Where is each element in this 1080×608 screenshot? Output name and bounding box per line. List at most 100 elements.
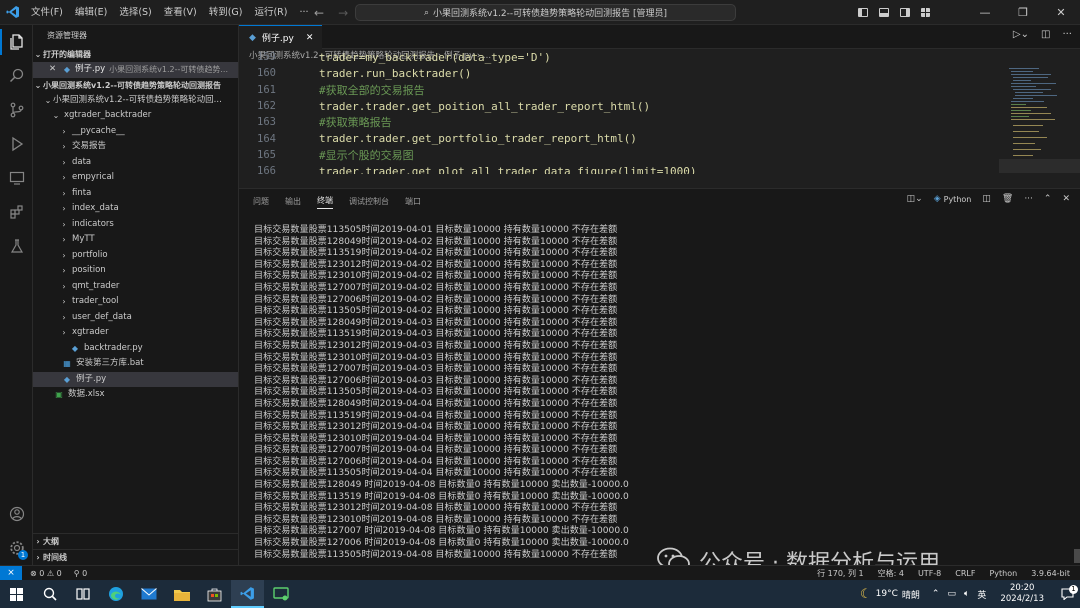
trash-icon[interactable]: 🗑 (1002, 194, 1013, 204)
problems-indicator[interactable]: ⊗ 0 ⚠ 0 (30, 569, 62, 578)
code-line[interactable]: 165 #显示个股的交易图 (239, 147, 999, 163)
tree-item[interactable]: › __pycache__ (33, 124, 238, 140)
source-control-icon[interactable] (0, 93, 33, 127)
extensions-icon[interactable] (0, 195, 33, 229)
explorer-icon[interactable] (0, 25, 33, 59)
toggle-panel-icon[interactable] (873, 0, 894, 25)
store-icon[interactable] (198, 580, 231, 608)
tree-item[interactable]: › position (33, 263, 238, 279)
restore-button[interactable]: ❐ (1004, 0, 1042, 25)
minimize-button[interactable]: — (966, 0, 1004, 25)
minimap[interactable] (999, 63, 1080, 188)
code-line[interactable]: 163 #获取策略报告 (239, 114, 999, 130)
weather-icon[interactable]: ☾ (860, 587, 872, 602)
tab-problems[interactable]: 问题 (253, 196, 269, 207)
menu-more[interactable]: ··· (293, 0, 314, 25)
edge-browser-icon[interactable] (99, 580, 132, 608)
tree-item[interactable]: › 交易报告 (33, 139, 238, 155)
terminal-output[interactable]: 目标交易数量股票113505时间2019-04-01 目标数量10000 持有数… (254, 225, 629, 561)
vscode-taskbar-icon[interactable] (231, 580, 264, 608)
notification-icon[interactable]: 1 (1054, 585, 1080, 600)
code-line[interactable]: 166 trader.trader.get_plot_all_trader_dat… (239, 163, 999, 174)
code-line[interactable]: 160 trader.run_backtrader() (239, 65, 999, 81)
task-view-icon[interactable] (66, 580, 99, 608)
tree-item[interactable]: › user_def_data (33, 310, 238, 326)
code-line[interactable]: 162 trader.trader.get_poition_all_trader_… (239, 98, 999, 114)
interpreter[interactable]: 3.9.64-bit (1031, 569, 1070, 578)
menu-run[interactable]: 运行(R) (248, 0, 293, 25)
tree-item[interactable]: ◆ 例子.py (33, 371, 238, 387)
language-mode[interactable]: Python (989, 569, 1017, 578)
back-arrow-icon[interactable]: ← (314, 6, 324, 20)
close-icon[interactable]: ✕ (49, 62, 61, 78)
more-actions-icon[interactable]: ··· (1062, 29, 1072, 40)
split-editor-icon[interactable]: ◫ (1041, 29, 1050, 40)
run-debug-icon[interactable] (0, 127, 33, 161)
menu-edit[interactable]: 编辑(E) (69, 0, 113, 25)
more-icon[interactable]: ··· (1024, 194, 1033, 204)
tab-output[interactable]: 输出 (285, 196, 301, 207)
tree-item[interactable]: › qmt_trader (33, 279, 238, 295)
code-line[interactable]: 164 trader.trader.get_portfolio_trader_re… (239, 130, 999, 146)
code-line[interactable]: 161 #获取全部的交易报告 (239, 82, 999, 98)
start-icon[interactable] (0, 580, 33, 608)
run-file-icon[interactable]: ▷⌄ (1013, 29, 1029, 40)
tree-item[interactable]: ⌄ xgtrader_backtrader (33, 108, 238, 124)
tree-item[interactable]: › MyTT (33, 232, 238, 248)
clock[interactable]: 20:20 2024/2/13 (990, 583, 1054, 605)
tree-item[interactable]: › portfolio (33, 248, 238, 264)
encoding[interactable]: UTF-8 (918, 569, 941, 578)
tab-terminal[interactable]: 终端 (317, 195, 333, 209)
file-explorer-icon[interactable] (165, 580, 198, 608)
toggle-secondary-sidebar-icon[interactable] (894, 0, 915, 25)
tree-item[interactable]: ◆ backtrader.py (33, 341, 238, 357)
account-icon[interactable] (0, 497, 33, 531)
cursor-position[interactable]: 行 170, 列 1 (817, 568, 864, 579)
terminal-app-icon[interactable] (264, 580, 297, 608)
code-line[interactable]: 159 trader=my_backtrader(data_type='D') (239, 49, 999, 65)
open-editor-item[interactable]: ✕ ◆ 例子.py 小果回测系统v1.2--可转债趋势... (33, 62, 238, 78)
ime-indicator[interactable]: 英 (977, 588, 986, 601)
tree-item[interactable]: ▣ 数据.xlsx (33, 387, 238, 403)
tree-item[interactable]: › finta (33, 186, 238, 202)
mail-icon[interactable] (132, 580, 165, 608)
tree-item[interactable]: ▦ 安装第三方库.bat (33, 356, 238, 372)
indentation[interactable]: 空格: 4 (878, 568, 904, 579)
tab-example-py[interactable]: ◆ 例子.py ✕ (239, 25, 322, 49)
tab-ports[interactable]: 端口 (405, 196, 421, 207)
open-editors-section[interactable]: ⌄ 打开的编辑器 (33, 47, 238, 62)
network-icon[interactable]: ▭ (947, 589, 956, 599)
close-icon[interactable]: ✕ (306, 33, 314, 43)
workspace-section[interactable]: ⌄ 小果回测系统v1.2--可转债趋势策略轮动回测报告 (33, 78, 238, 93)
tree-item[interactable]: › empyrical (33, 170, 238, 186)
remote-explorer-icon[interactable] (0, 161, 33, 195)
ports-indicator[interactable]: ⚲ 0 (74, 569, 88, 578)
tree-item[interactable]: › index_data (33, 201, 238, 217)
code-view[interactable]: 159 trader=my_backtrader(data_type='D') 16… (239, 49, 999, 174)
search-icon[interactable] (33, 580, 66, 608)
eol[interactable]: CRLF (955, 569, 975, 578)
search-icon[interactable] (0, 59, 33, 93)
toggle-sidebar-icon[interactable] (852, 0, 873, 25)
speaker-icon[interactable]: 🔈︎ (964, 589, 969, 599)
tree-item[interactable]: › xgtrader (33, 325, 238, 341)
root-folder[interactable]: ⌄ 小果回测系统v1.2--可转债趋势策略轮动回... (33, 93, 238, 109)
menu-selection[interactable]: 选择(S) (113, 0, 157, 25)
testing-icon[interactable] (0, 229, 33, 263)
tree-item[interactable]: › trader_tool (33, 294, 238, 310)
command-center[interactable]: ⌕ 小果回测系统v1.2--可转债趋势策略轮动回测报告 [管理员] (355, 4, 736, 21)
weather-temp[interactable]: 19°C (876, 589, 898, 599)
tab-debug-console[interactable]: 调试控制台 (349, 196, 389, 207)
forward-arrow-icon[interactable]: → (338, 6, 348, 20)
timeline-section[interactable]: › 时间线 (33, 549, 238, 564)
close-button[interactable]: ✕ (1042, 0, 1080, 25)
menu-view[interactable]: 查看(V) (158, 0, 203, 25)
maximize-panel-icon[interactable]: ⌃ (1044, 194, 1052, 204)
outline-section[interactable]: › 大纲 (33, 533, 238, 548)
terminal-python-icon[interactable]: ◈ Python (934, 194, 972, 204)
panel-scrollbar[interactable] (1074, 549, 1080, 563)
split-icon[interactable]: ◫ (982, 194, 991, 204)
menu-file[interactable]: 文件(F) (25, 0, 69, 25)
tray-chevron-icon[interactable]: ⌃ (932, 589, 940, 599)
tree-item[interactable]: › data (33, 155, 238, 171)
